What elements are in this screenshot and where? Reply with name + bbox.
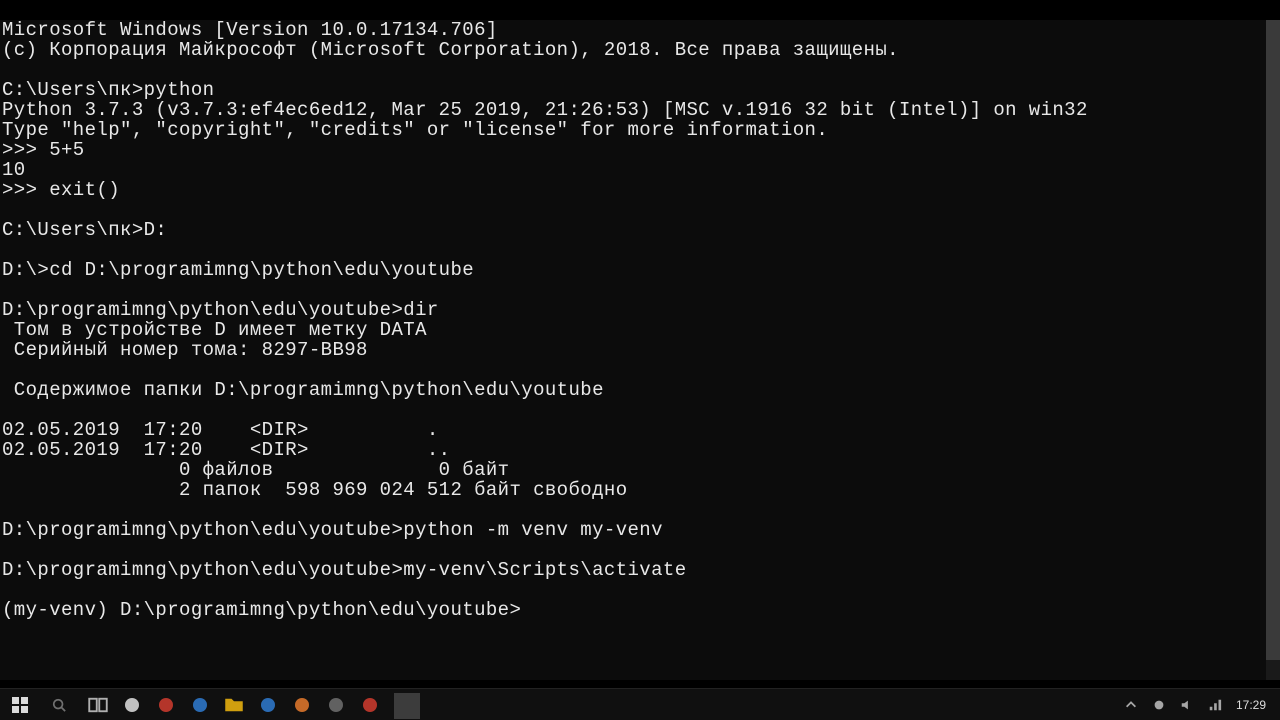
scrollbar-thumb[interactable] <box>1266 20 1280 660</box>
taskbar-app-icon[interactable] <box>122 695 142 715</box>
search-icon <box>52 698 66 712</box>
chevron-up-icon[interactable] <box>1124 698 1138 712</box>
terminal-scrollbar[interactable] <box>1266 20 1280 680</box>
taskbar-clock[interactable]: 17:29 <box>1236 699 1266 711</box>
volume-icon[interactable] <box>1180 698 1194 712</box>
taskbar-app-icon[interactable] <box>360 695 380 715</box>
taskbar: 17:29 <box>0 688 1280 720</box>
terminal-window[interactable]: Microsoft Windows [Version 10.0.17134.70… <box>0 20 1266 680</box>
taskbar-app-icon[interactable] <box>156 695 176 715</box>
cmd-taskbar-icon[interactable] <box>394 693 420 719</box>
file-explorer-icon[interactable] <box>224 695 244 715</box>
taskbar-app-icon[interactable] <box>258 695 278 715</box>
start-button[interactable] <box>10 695 30 715</box>
taskbar-app-icon[interactable] <box>190 695 210 715</box>
taskbar-app-icon[interactable] <box>326 695 346 715</box>
taskbar-app-icon[interactable] <box>292 695 312 715</box>
tray-icon[interactable] <box>1152 698 1166 712</box>
search-box[interactable] <box>44 698 74 712</box>
taskbar-right: 17:29 <box>1124 689 1280 720</box>
task-view-icon[interactable] <box>88 695 108 715</box>
taskbar-left <box>0 689 420 720</box>
network-icon[interactable] <box>1208 698 1222 712</box>
